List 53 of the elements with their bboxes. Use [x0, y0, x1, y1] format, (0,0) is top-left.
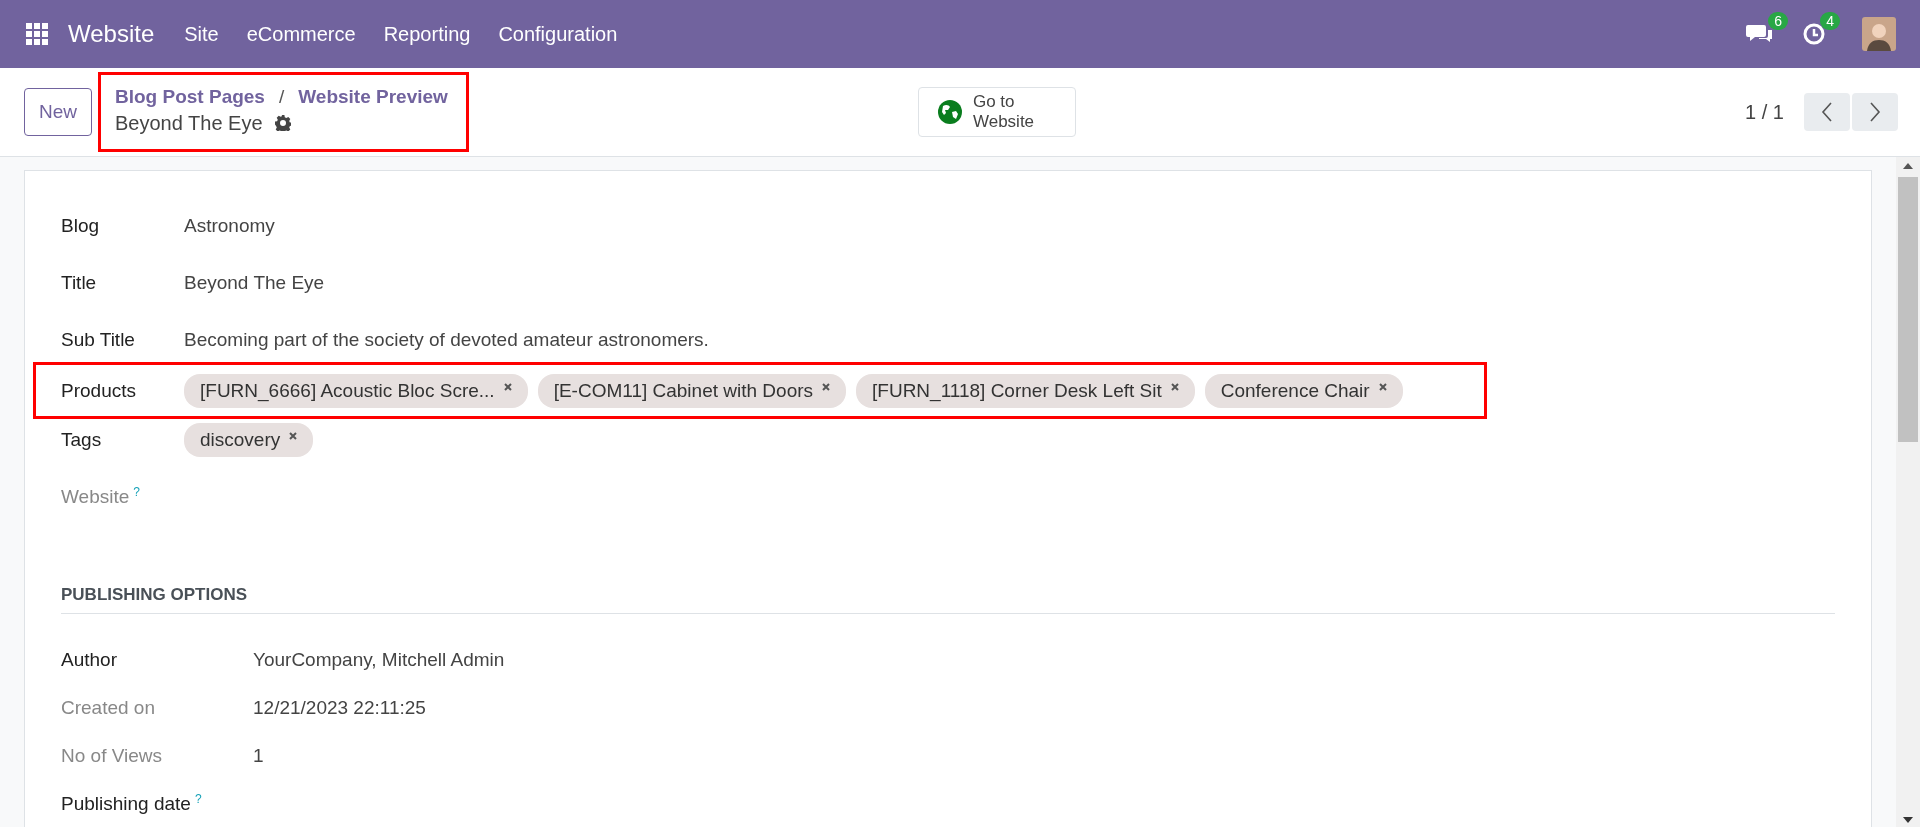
menu-item[interactable]: Reporting: [383, 22, 471, 46]
tag-chip[interactable]: [FURN_6666] Acoustic Bloc Scre...: [184, 373, 528, 408]
menu-item[interactable]: Configuration: [498, 22, 618, 46]
notification-badge: 6: [1768, 12, 1788, 30]
notification-badge: 4: [1820, 12, 1840, 30]
tag-chip[interactable]: [E-COM11] Cabinet with Doors: [537, 373, 847, 408]
field-value: YourCompany, Mitchell Admin: [253, 649, 505, 671]
field-label: Blog: [61, 214, 101, 237]
help-tooltip-mark[interactable]: ?: [194, 792, 202, 807]
breadcrumb-link[interactable]: Website Preview: [298, 85, 448, 108]
help-tooltip-mark[interactable]: ?: [133, 484, 140, 499]
scroll-up-icon: [1903, 163, 1913, 169]
section-title: PUBLISHING OPTIONS: [61, 585, 1835, 614]
field-label: No of Views: [61, 745, 164, 767]
field-value[interactable]: Beyond The Eye: [184, 271, 325, 294]
apps-grid-icon[interactable]: [26, 23, 48, 45]
pager-counter: 1 / 1: [1745, 100, 1784, 124]
tag-chip[interactable]: Conference Chair: [1204, 373, 1403, 408]
chevron-right-icon: [1869, 102, 1881, 122]
field-label: Sub Title: [61, 328, 136, 351]
field-label: Publishing date $^{?}$: [61, 792, 203, 816]
menu-item[interactable]: eCommerce: [246, 22, 356, 46]
field-value: 12/21/2023 22:11:25: [253, 697, 426, 719]
avatar-icon[interactable]: [1862, 17, 1896, 51]
record-title: Beyond The Eye: [115, 111, 263, 135]
remove-icon[interactable]: [289, 431, 298, 440]
tag-chip[interactable]: [FURN_1118] Corner Desk Left Sit: [856, 373, 1195, 408]
menu-item[interactable]: Site: [184, 22, 219, 46]
remove-icon[interactable]: [1378, 382, 1387, 391]
tag-chip[interactable]: discovery: [184, 422, 314, 457]
field-label: Website $^{?}$: [61, 484, 141, 509]
field-label: Products: [61, 379, 137, 402]
remove-icon[interactable]: [1170, 382, 1179, 391]
field-value[interactable]: Astronomy: [184, 214, 275, 237]
field-label: Author: [61, 649, 118, 671]
field-label: Created on: [61, 697, 156, 719]
scroll-down-icon: [1903, 817, 1913, 823]
remove-icon[interactable]: [822, 382, 831, 391]
app-name[interactable]: Website: [68, 20, 155, 48]
clock-icon[interactable]: [1802, 22, 1826, 46]
breadcrumb-link[interactable]: Blog Post Pages: [115, 85, 265, 108]
go-to-website-button[interactable]: Go to Website: [917, 87, 1076, 137]
field-value[interactable]: Becoming part of the society of devoted amateur astronomers.: [184, 328, 709, 351]
remove-icon[interactable]: [503, 382, 512, 391]
breadcrumb-separator: /: [278, 85, 285, 108]
scrollbar[interactable]: [1896, 157, 1920, 827]
globe-icon: [936, 99, 963, 125]
settings-icon[interactable]: [274, 115, 291, 131]
field-label: Title: [61, 271, 98, 294]
new-button[interactable]: New: [24, 88, 92, 136]
field-value: 1: [253, 745, 264, 767]
chevron-left-icon: [1821, 102, 1833, 122]
field-label: Tags: [61, 428, 103, 451]
